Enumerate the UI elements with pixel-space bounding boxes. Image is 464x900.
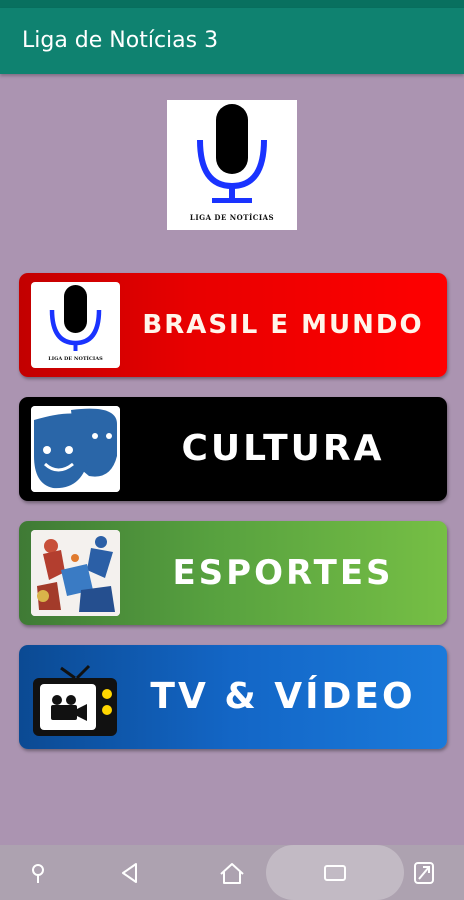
system-nav-bar — [0, 845, 464, 900]
theater-masks-icon — [31, 406, 120, 492]
recents-icon[interactable] — [319, 857, 351, 889]
esportes-button[interactable]: ESPORTES — [19, 521, 447, 625]
pin-icon[interactable] — [22, 857, 54, 889]
logo-caption: LIGA DE NOTÍCIAS — [189, 213, 275, 222]
app-title: Liga de Notícias 3 — [22, 28, 219, 53]
esportes-label: ESPORTES — [172, 553, 394, 593]
back-icon[interactable] — [114, 857, 146, 889]
app-logo: LIGA DE NOTÍCIAS — [167, 100, 297, 230]
home-icon[interactable] — [216, 857, 248, 889]
app-bar: Liga de Notícias 3 — [0, 8, 464, 74]
microphone-icon: LIGA DE NOTÍCIAS — [31, 282, 120, 368]
icon-caption: LIGA DE NOTÍCIAS — [48, 356, 103, 362]
cultura-button[interactable]: CULTURA — [19, 397, 447, 501]
tv-video-button[interactable]: TV & VÍDEO — [19, 645, 447, 749]
cultura-label: CULTURA — [181, 428, 385, 469]
tv-video-camera-icon — [31, 654, 120, 740]
expand-icon[interactable] — [408, 857, 440, 889]
status-bar — [0, 0, 464, 8]
brasil-e-mundo-label: BRASIL E MUNDO — [142, 310, 424, 340]
brasil-e-mundo-button[interactable]: LIGA DE NOTÍCIAS BRASIL E MUNDO — [19, 273, 447, 377]
sports-collage-icon — [31, 530, 120, 616]
tv-video-label: TV & VÍDEO — [150, 676, 416, 717]
microphone-icon — [197, 104, 267, 203]
